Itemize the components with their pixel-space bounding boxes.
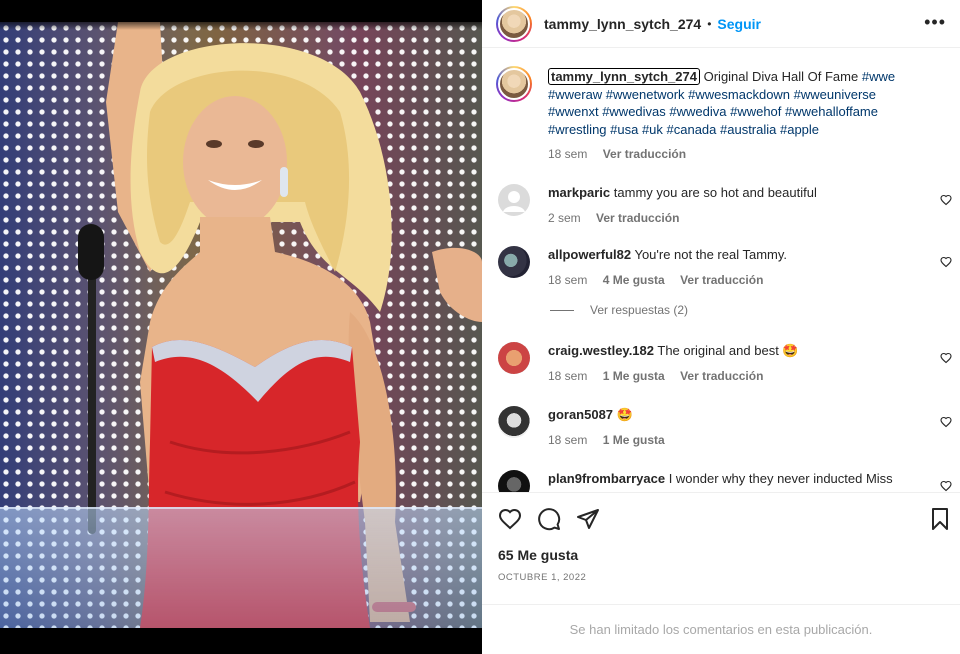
- comment-username[interactable]: plan9frombarryace: [548, 471, 665, 486]
- caption-hashtags-3[interactable]: #wwenxt #wwedivas #wwediva #wwehof #wweh…: [548, 104, 878, 119]
- like-heart-icon[interactable]: [940, 480, 952, 492]
- comment-text: 🤩: [616, 407, 633, 422]
- comment-translate-link[interactable]: Ver traducción: [680, 369, 763, 383]
- comment-username[interactable]: allpowerful82: [548, 247, 631, 262]
- save-bookmark-icon[interactable]: [928, 507, 952, 531]
- caption-hashtags-4[interactable]: #wrestling #usa #uk #canada #australia #…: [548, 122, 819, 137]
- comment-avatar[interactable]: [498, 470, 530, 492]
- comment-likes[interactable]: 1 Me gusta: [603, 369, 665, 383]
- caption-avatar[interactable]: [496, 66, 532, 102]
- caption-time[interactable]: 18 sem: [548, 147, 587, 161]
- comment-text: I wonder why they never inducted Miss: [668, 471, 893, 486]
- comment-avatar[interactable]: [498, 342, 530, 374]
- comment-time[interactable]: 18 sem: [548, 433, 587, 447]
- separator-dot: •: [707, 16, 712, 31]
- comment-likes[interactable]: 4 Me gusta: [603, 273, 665, 287]
- comments-limited-text: Se han limitado los comentarios en esta …: [569, 622, 873, 637]
- comments-limited-notice: Se han limitado los comentarios en esta …: [482, 604, 960, 654]
- more-options-icon[interactable]: •••: [924, 12, 946, 33]
- comment-username[interactable]: craig.westley.182: [548, 343, 654, 358]
- like-heart-icon[interactable]: [498, 507, 522, 531]
- author-username[interactable]: tammy_lynn_sytch_274: [544, 16, 701, 32]
- share-paper-plane-icon[interactable]: [576, 507, 600, 531]
- like-heart-icon[interactable]: [940, 416, 952, 428]
- comment-translate-link[interactable]: Ver traducción: [596, 211, 679, 225]
- comment-avatar[interactable]: [498, 246, 530, 278]
- caption-hashtags-1[interactable]: #wwe: [862, 69, 895, 84]
- comments-list[interactable]: tammy_lynn_sytch_274 Original Diva Hall …: [482, 48, 960, 492]
- comment-text: The original and best 🤩: [657, 343, 799, 358]
- comment-time[interactable]: 2 sem: [548, 211, 581, 225]
- comment-bubble-icon[interactable]: [537, 507, 561, 531]
- like-heart-icon[interactable]: [940, 256, 952, 268]
- comment-avatar[interactable]: [498, 406, 530, 438]
- caption-username[interactable]: tammy_lynn_sytch_274: [548, 68, 700, 85]
- post-media[interactable]: [0, 0, 482, 654]
- post-photo: [0, 22, 482, 628]
- comment-time[interactable]: 18 sem: [548, 369, 587, 383]
- follow-button[interactable]: Seguir: [717, 16, 761, 32]
- caption-translate-link[interactable]: Ver traducción: [603, 147, 686, 161]
- likes-count[interactable]: 65 Me gusta: [498, 547, 578, 563]
- author-avatar[interactable]: [496, 5, 532, 42]
- comment-likes[interactable]: 1 Me gusta: [603, 433, 665, 447]
- post-header: tammy_lynn_sytch_274 • Seguir •••: [482, 0, 960, 48]
- comment-translate-link[interactable]: Ver traducción: [680, 273, 763, 287]
- comment-text: You're not the real Tammy.: [634, 247, 788, 262]
- podium-glass: [0, 507, 482, 628]
- view-replies-label[interactable]: Ver respuestas (2): [590, 303, 688, 317]
- comment-text: tammy you are so hot and beautiful: [613, 185, 817, 200]
- caption-text: Original Diva Hall Of Fame: [703, 69, 859, 84]
- view-replies-button[interactable]: Ver respuestas (2): [550, 303, 688, 317]
- post-date[interactable]: OCTUBRE 1, 2022: [498, 572, 586, 583]
- comment-avatar[interactable]: [498, 184, 530, 216]
- comment-time[interactable]: 18 sem: [548, 273, 587, 287]
- comment-username[interactable]: markparic: [548, 185, 610, 200]
- like-heart-icon[interactable]: [940, 194, 952, 206]
- post-sidebar: tammy_lynn_sytch_274 • Seguir ••• tammy_…: [482, 0, 960, 654]
- caption-hashtags-2[interactable]: #wweraw #wwenetwork #wwesmackdown #wweun…: [548, 87, 876, 102]
- like-heart-icon[interactable]: [940, 352, 952, 364]
- replies-divider: [550, 309, 574, 311]
- post-actions: 65 Me gusta OCTUBRE 1, 2022: [482, 492, 960, 604]
- comment-username[interactable]: goran5087: [548, 407, 613, 422]
